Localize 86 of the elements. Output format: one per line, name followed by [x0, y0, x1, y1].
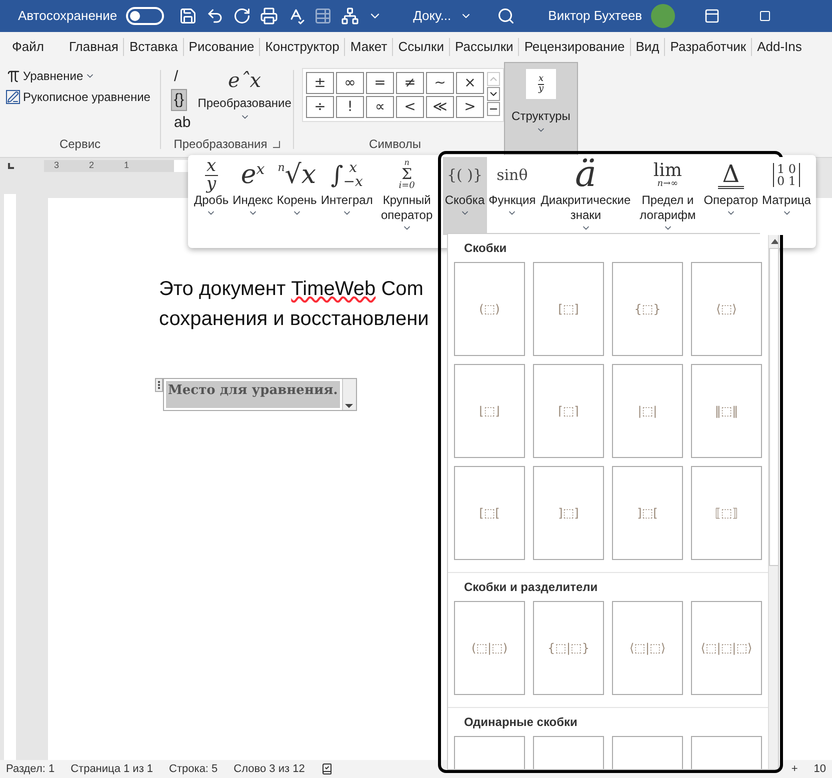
- redo-icon[interactable]: [233, 7, 252, 25]
- scroll-down-icon[interactable]: [487, 87, 500, 101]
- menu-tab[interactable]: Вставка: [124, 37, 183, 57]
- menu-tab[interactable]: Разработчик: [665, 37, 752, 57]
- structure-button[interactable]: ä Диакритические знаки: [538, 157, 634, 235]
- autosave-toggle[interactable]: [126, 7, 164, 25]
- format-button[interactable]: {}: [171, 89, 188, 111]
- section-title: Скобки: [463, 240, 508, 257]
- equation-placeholder[interactable]: Место для уравнения.: [166, 381, 340, 408]
- proofing-icon[interactable]: [320, 763, 333, 775]
- status-text[interactable]: Строка: 5: [169, 760, 218, 778]
- status-text[interactable]: Слово 3 из 12: [234, 760, 305, 778]
- group-label: Сервис: [59, 136, 101, 153]
- user-name: Виктор Бухтеев: [548, 7, 642, 26]
- menu-tab[interactable]: Макет: [345, 37, 392, 57]
- scrollbar[interactable]: [768, 234, 778, 769]
- symbol-button[interactable]: ±: [306, 72, 334, 94]
- structure-button[interactable]: Δ Оператор: [702, 157, 760, 235]
- format-button[interactable]: ab: [171, 112, 194, 134]
- menu-tab[interactable]: Add-Ins: [752, 37, 807, 57]
- ruler-number: 3: [54, 159, 60, 172]
- hierarchy-icon[interactable]: [341, 7, 360, 25]
- structure-button[interactable]: sinθ Функция: [486, 157, 538, 235]
- menu-tab[interactable]: Рассылки: [450, 37, 518, 57]
- stack-symbol: lim n→∞: [653, 162, 682, 188]
- zoom-in-button[interactable]: +: [791, 760, 798, 778]
- menu-tab[interactable]: Главная: [64, 37, 124, 57]
- equation-button[interactable]: Уравнение: [6, 66, 154, 86]
- menu-tab[interactable]: Рецензирование: [519, 37, 630, 57]
- symbol-button[interactable]: ≠: [396, 72, 424, 94]
- ink-equation-button[interactable]: Рукописное уравнение: [6, 86, 154, 108]
- pi-icon: [6, 68, 21, 84]
- document-text: Это документ TimeWeb Com: [159, 277, 424, 302]
- section-title: Скобки и разделители: [463, 579, 599, 596]
- symbol-button[interactable]: ~: [426, 72, 454, 94]
- symbol-button[interactable]: ≪: [426, 96, 454, 118]
- equation-handle-icon[interactable]: [155, 378, 163, 392]
- symbol-button[interactable]: ∞: [336, 72, 364, 94]
- convert-symbol: eˆx: [228, 67, 262, 94]
- section-title: Одинарные скобки: [463, 714, 578, 731]
- menu-tab[interactable]: Вид: [630, 37, 664, 57]
- symbol-label: sinθ: [496, 168, 528, 182]
- symbol-button[interactable]: >: [456, 96, 484, 118]
- structure-button[interactable]: 1 0 0 1 Матрица: [760, 157, 813, 235]
- structure-button[interactable]: {( )} Скобка: [442, 157, 487, 235]
- fraction-icon: x y: [526, 69, 556, 99]
- status-text[interactable]: Раздел: 1: [6, 760, 55, 778]
- ink-pen-icon: [6, 90, 20, 104]
- undo-icon[interactable]: [206, 7, 224, 25]
- menu-tab[interactable]: Рисование: [184, 37, 260, 57]
- stack-symbol: n Σ i=0: [398, 159, 415, 191]
- symbol-button[interactable]: ÷: [306, 96, 334, 118]
- status-text[interactable]: Страница 1 из 1: [70, 760, 154, 778]
- ribbon-display-icon[interactable]: [704, 8, 720, 24]
- zoom-level[interactable]: 10: [814, 760, 826, 778]
- symbol-button[interactable]: ×: [456, 72, 484, 94]
- autosave-label: Автосохранение: [18, 7, 118, 26]
- menu-tab[interactable]: Конструктор: [260, 37, 344, 57]
- menu-tab[interactable]: Файл: [2, 37, 54, 57]
- save-icon[interactable]: [179, 7, 198, 25]
- symbol-button[interactable]: <: [396, 96, 424, 118]
- symbol-button[interactable]: =: [366, 72, 394, 94]
- ruler-number: 1: [124, 159, 130, 172]
- equation-options-button[interactable]: [342, 379, 356, 410]
- maximize-icon[interactable]: [759, 10, 772, 22]
- group-label: Символы: [369, 136, 421, 153]
- document-name[interactable]: Доку...: [413, 6, 452, 26]
- tab-selector-icon[interactable]: [8, 163, 14, 169]
- structure-button[interactable]: lim n→∞ Предел и логарифм: [634, 157, 702, 235]
- symbol-button[interactable]: ∝: [366, 96, 394, 118]
- dialog-launcher-icon[interactable]: [273, 140, 280, 148]
- more-icon[interactable]: [487, 102, 500, 116]
- diacritic-symbol: ä: [574, 157, 596, 193]
- symbol-button[interactable]: !: [336, 96, 364, 118]
- symbol-label: {( )}: [446, 168, 482, 182]
- document-text: сохранения и восстановлени: [159, 307, 429, 332]
- group-label: Преобразования: [174, 136, 268, 153]
- structures-button[interactable]: x y Структуры: [504, 62, 578, 157]
- ruler-number: 2: [89, 159, 94, 172]
- format-button[interactable]: /: [171, 66, 182, 88]
- printer-icon[interactable]: [260, 7, 278, 25]
- menu-tab[interactable]: Ссылки: [393, 37, 449, 57]
- convert-button[interactable]: Преобразование: [198, 94, 292, 112]
- structure-button[interactable]: n Σ i=0 Крупный оператор: [374, 157, 439, 235]
- search-icon[interactable]: [497, 7, 516, 25]
- structure-button[interactable]: x y Дробь: [192, 157, 231, 235]
